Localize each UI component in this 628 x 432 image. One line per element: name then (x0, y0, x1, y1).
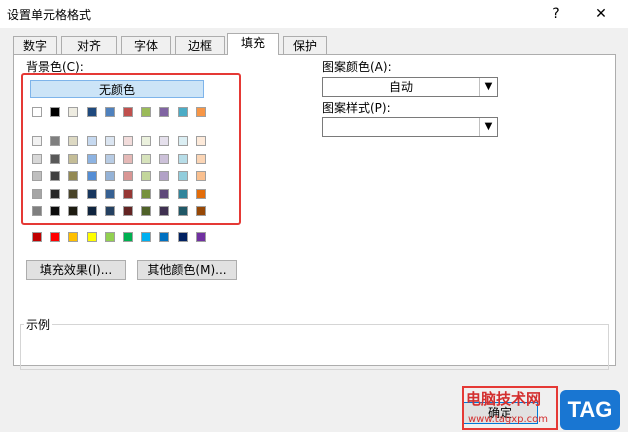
color-swatch[interactable] (141, 136, 151, 146)
color-swatch[interactable] (141, 153, 151, 164)
tab-border[interactable]: 边框 (175, 36, 225, 54)
color-swatch[interactable] (159, 206, 169, 217)
color-swatch[interactable] (105, 107, 115, 117)
color-swatch[interactable] (32, 153, 42, 164)
color-swatch[interactable] (123, 171, 133, 182)
color-swatch[interactable] (105, 232, 115, 242)
color-swatch[interactable] (123, 136, 133, 146)
color-swatch[interactable] (87, 107, 97, 117)
color-swatch[interactable] (50, 107, 60, 117)
color-swatch[interactable] (178, 188, 188, 199)
color-swatch[interactable] (141, 206, 151, 217)
color-swatch[interactable] (68, 232, 78, 242)
fill-panel (13, 54, 616, 366)
color-swatch[interactable] (50, 136, 60, 146)
color-swatch[interactable] (196, 107, 206, 117)
fill-effects-button[interactable]: 填充效果(I)... (26, 260, 126, 280)
color-swatch[interactable] (196, 206, 206, 217)
watermark-site: 电脑技术网 (466, 390, 542, 408)
sample-label: 示例 (24, 316, 53, 333)
color-swatch[interactable] (178, 206, 188, 217)
color-swatch[interactable] (159, 136, 169, 146)
color-swatch[interactable] (196, 232, 206, 242)
color-swatch[interactable] (159, 107, 169, 117)
tab-protection[interactable]: 保护 (283, 36, 327, 54)
chevron-down-icon: ▼ (479, 78, 497, 96)
color-swatch[interactable] (87, 136, 97, 146)
color-swatch[interactable] (68, 188, 78, 199)
tab-number[interactable]: 数字 (13, 36, 57, 54)
more-colors-button[interactable]: 其他颜色(M)... (137, 260, 237, 280)
color-swatch[interactable] (159, 188, 169, 199)
color-swatch[interactable] (123, 188, 133, 199)
help-icon[interactable]: ? (544, 2, 568, 26)
chevron-down-icon: ▼ (479, 118, 497, 136)
tab-fill[interactable]: 填充 (227, 33, 279, 55)
color-swatch[interactable] (178, 232, 188, 242)
color-swatch[interactable] (32, 171, 42, 182)
color-swatch[interactable] (50, 153, 60, 164)
color-swatch[interactable] (68, 153, 78, 164)
tab-font[interactable]: 字体 (121, 36, 171, 54)
watermark-logo: TAG (560, 390, 620, 430)
color-swatch[interactable] (87, 171, 97, 182)
color-swatch[interactable] (123, 206, 133, 217)
color-swatch[interactable] (32, 188, 42, 199)
color-swatch[interactable] (141, 107, 151, 117)
pattern-style-label: 图案样式(P): (322, 101, 391, 115)
color-swatch[interactable] (141, 188, 151, 199)
color-swatch[interactable] (196, 136, 206, 146)
color-swatch[interactable] (141, 171, 151, 182)
color-swatch[interactable] (87, 188, 97, 199)
background-color-label: 背景色(C): (26, 60, 84, 74)
color-swatch[interactable] (123, 107, 133, 117)
color-swatch[interactable] (159, 171, 169, 182)
color-swatch[interactable] (87, 153, 97, 164)
color-swatch[interactable] (178, 153, 188, 164)
pattern-color-value: 自动 (388, 80, 413, 94)
title-bar: 设置单元格格式 ? ✕ (0, 0, 628, 28)
color-swatch[interactable] (50, 232, 60, 242)
color-swatch[interactable] (105, 136, 115, 146)
color-swatch[interactable] (196, 188, 206, 199)
color-swatch[interactable] (32, 232, 42, 242)
color-swatch[interactable] (123, 153, 133, 164)
color-swatch[interactable] (32, 136, 42, 146)
color-swatch[interactable] (50, 206, 60, 217)
color-swatch[interactable] (32, 107, 42, 117)
color-swatch[interactable] (50, 171, 60, 182)
color-swatch[interactable] (123, 232, 133, 242)
no-color-button[interactable]: 无颜色 (30, 80, 204, 98)
color-swatch[interactable] (68, 136, 78, 146)
color-swatch[interactable] (196, 171, 206, 182)
color-swatch[interactable] (105, 171, 115, 182)
close-icon[interactable]: ✕ (589, 2, 613, 26)
pattern-color-label: 图案颜色(A): (322, 60, 392, 74)
color-swatch[interactable] (159, 232, 169, 242)
color-swatch[interactable] (68, 206, 78, 217)
color-swatch[interactable] (68, 171, 78, 182)
color-swatch[interactable] (87, 232, 97, 242)
tab-alignment[interactable]: 对齐 (61, 36, 117, 54)
color-swatch[interactable] (196, 153, 206, 164)
pattern-style-select[interactable]: ▼ (322, 117, 498, 137)
color-swatch[interactable] (32, 206, 42, 217)
watermark-url: www.tagxp.com (468, 414, 548, 425)
color-swatch[interactable] (178, 107, 188, 117)
color-swatch[interactable] (105, 206, 115, 217)
color-swatch[interactable] (105, 188, 115, 199)
color-swatch[interactable] (178, 136, 188, 146)
sample-preview-box (20, 324, 609, 370)
color-swatch[interactable] (159, 153, 169, 164)
color-swatch[interactable] (141, 232, 151, 242)
color-swatch[interactable] (178, 171, 188, 182)
dialog-title: 设置单元格格式 (7, 8, 92, 22)
color-swatch[interactable] (50, 188, 60, 199)
color-swatch[interactable] (68, 107, 78, 117)
pattern-color-select[interactable]: 自动 ▼ (322, 77, 498, 97)
color-swatch[interactable] (105, 153, 115, 164)
color-swatch[interactable] (87, 206, 97, 217)
